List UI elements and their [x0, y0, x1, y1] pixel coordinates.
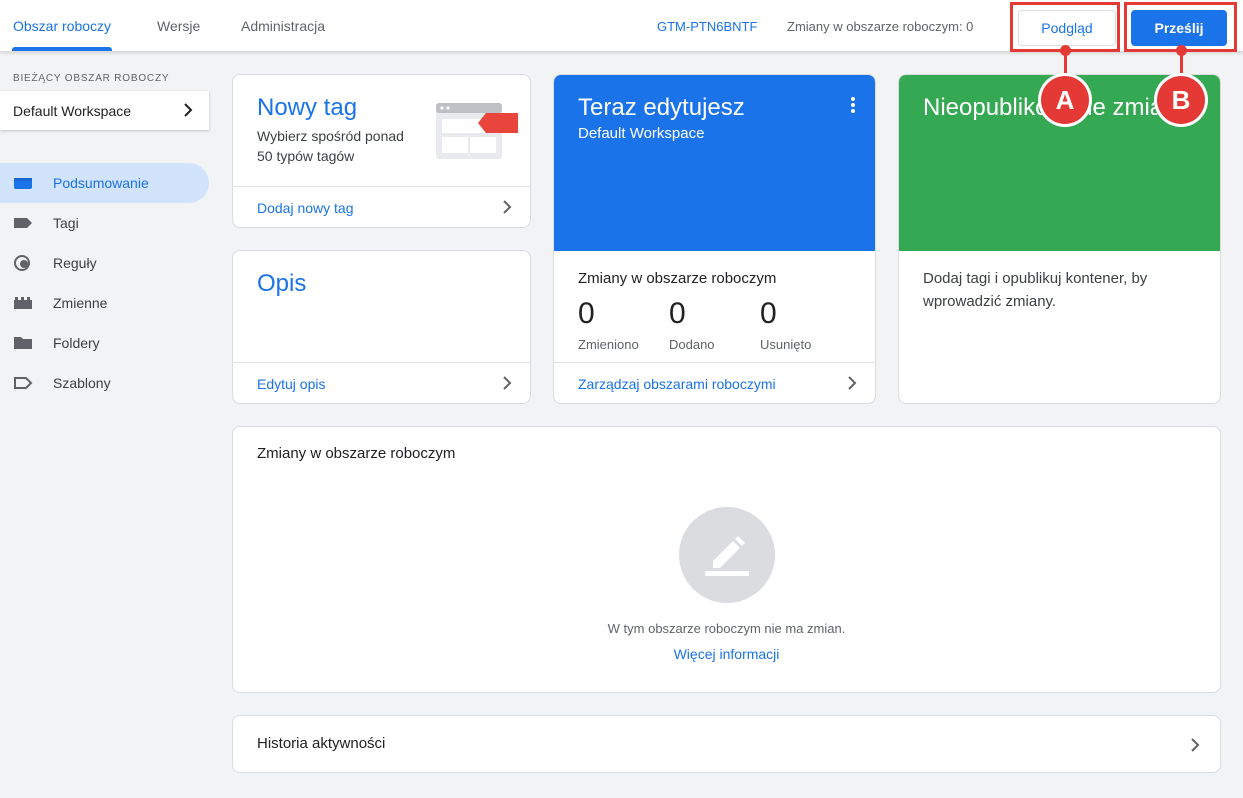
add-new-tag-link[interactable]: Dodaj nowy tag: [257, 200, 354, 216]
workspace-changes-panel-heading: Zmiany w obszarze roboczym: [257, 445, 456, 462]
new-tag-description: Wybierz spośród ponad 50 typów tagów: [257, 128, 404, 164]
stat-label: Usunięto: [760, 337, 812, 352]
marker-dot-a: [1060, 45, 1071, 56]
chevron-right-icon: [184, 103, 193, 117]
stat-value: 0: [760, 297, 777, 330]
marker-dot-b: [1176, 45, 1187, 56]
activity-history-row[interactable]: Historia aktywności: [232, 715, 1221, 773]
sidebar-item-variables[interactable]: Zmienne: [0, 283, 209, 323]
sidebar-item-label: Tagi: [53, 215, 79, 231]
add-new-tag-row[interactable]: Dodaj nowy tag: [233, 186, 530, 227]
edit-pencil-icon: [705, 536, 749, 576]
trigger-icon: [14, 255, 30, 271]
now-editing-header: Teraz edytujesz Default Workspace: [554, 75, 875, 251]
sidebar-item-label: Podsumowanie: [53, 175, 149, 191]
folder-icon: [14, 337, 32, 349]
sidebar-item-overview[interactable]: Podsumowanie: [0, 163, 209, 203]
now-editing-workspace: Default Workspace: [578, 125, 705, 142]
tab-workspace[interactable]: Obszar roboczy: [13, 18, 111, 34]
template-icon: [14, 377, 33, 389]
workspace-name: Default Workspace: [13, 102, 132, 119]
description-card: Opis Edytuj opis: [232, 250, 531, 404]
tab-admin[interactable]: Administracja: [241, 18, 325, 34]
new-tag-card: Nowy tag Wybierz spośród ponad 50 typów …: [232, 74, 531, 228]
edit-description-link[interactable]: Edytuj opis: [257, 376, 325, 392]
manage-workspaces-row[interactable]: Zarządzaj obszarami roboczymi: [554, 362, 875, 403]
tag-illustration-icon: [436, 103, 518, 159]
overview-icon: [14, 178, 32, 189]
description-title: Opis: [257, 270, 307, 297]
chevron-right-icon: [503, 376, 512, 390]
activity-history-label: Historia aktywności: [257, 735, 386, 752]
workspace-changes-heading: Zmiany w obszarze roboczym: [578, 270, 777, 287]
chevron-right-icon: [848, 376, 857, 390]
stat-label: Dodano: [669, 337, 715, 352]
empty-state-circle: [679, 507, 775, 603]
annotation-marker-a: A: [1041, 76, 1089, 124]
now-editing-card: Teraz edytujesz Default Workspace Zmiany…: [553, 74, 876, 404]
manage-workspaces-link[interactable]: Zarządzaj obszarami roboczymi: [578, 376, 776, 392]
sidebar-item-label: Foldery: [53, 335, 100, 351]
chevron-right-icon: [1191, 738, 1200, 752]
sidebar-item-triggers[interactable]: Reguły: [0, 243, 209, 283]
sidebar-item-tags[interactable]: Tagi: [0, 203, 209, 243]
stat-value: 0: [578, 297, 595, 330]
unpublished-changes-description: Dodaj tagi i opublikuj kontener, by wpro…: [923, 270, 1148, 310]
now-editing-title: Teraz edytujesz: [578, 94, 745, 121]
sidebar-item-templates[interactable]: Szablony: [0, 363, 209, 403]
stat-added: 0 Dodano: [669, 297, 715, 352]
stat-label: Zmieniono: [578, 337, 639, 352]
more-info-link[interactable]: Więcej informacji: [233, 646, 1220, 662]
annotation-marker-b: B: [1157, 76, 1205, 124]
stat-modified: 0 Zmieniono: [578, 297, 639, 352]
new-tag-title[interactable]: Nowy tag: [257, 94, 357, 122]
sidebar-item-label: Zmienne: [53, 295, 108, 311]
sidebar-item-label: Szablony: [53, 375, 111, 391]
empty-state-text: W tym obszarze roboczym nie ma zmian.: [607, 621, 846, 636]
edit-description-row[interactable]: Edytuj opis: [233, 362, 530, 403]
tag-icon: [14, 218, 32, 228]
sidebar-item-label: Reguły: [53, 255, 97, 271]
container-id-link[interactable]: GTM-PTN6BNTF: [657, 19, 757, 34]
workspace-selector[interactable]: Default Workspace: [0, 91, 209, 130]
sidebar-item-folders[interactable]: Foldery: [0, 323, 209, 363]
active-tab-indicator: [12, 47, 112, 51]
workspace-changes-panel: Zmiany w obszarze roboczym W tym obszarz…: [232, 426, 1221, 693]
current-workspace-label: BIEŻĄCY OBSZAR ROBOCZY: [13, 73, 170, 84]
workspace-changes-count: Zmiany w obszarze roboczym: 0: [787, 19, 974, 34]
stat-value: 0: [669, 297, 686, 330]
more-options-icon[interactable]: [851, 97, 855, 113]
variables-icon: [14, 297, 32, 309]
chevron-right-icon: [503, 200, 512, 214]
stat-deleted: 0 Usunięto: [760, 297, 811, 352]
tab-versions[interactable]: Wersje: [157, 18, 200, 34]
